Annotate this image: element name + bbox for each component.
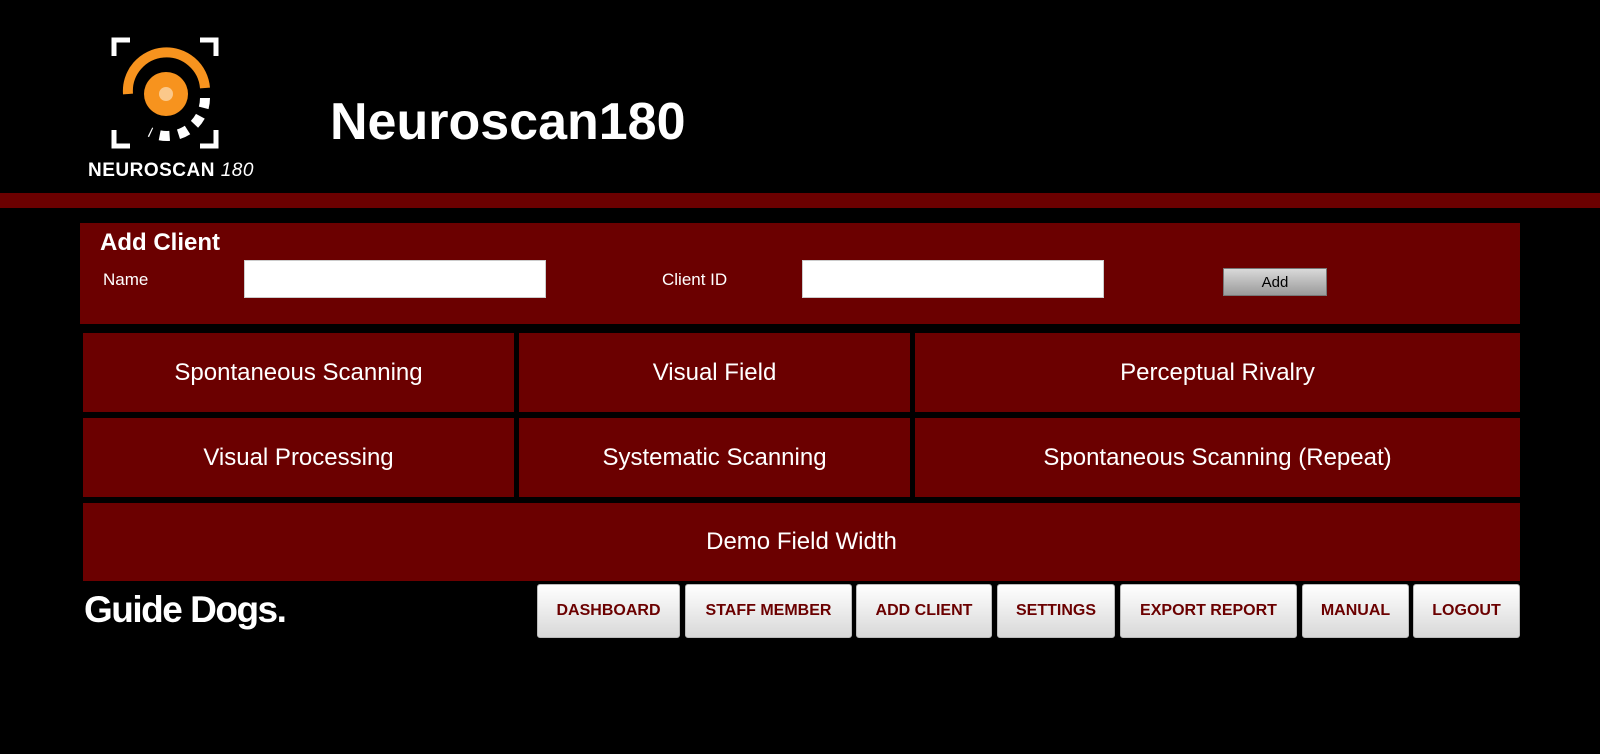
nav-logout-button[interactable]: LOGOUT [1413, 584, 1520, 638]
tile-demo-field-width[interactable]: Demo Field Width [83, 503, 1520, 581]
nav-manual-button[interactable]: MANUAL [1302, 584, 1409, 638]
tile-spontaneous-scanning-repeat[interactable]: Spontaneous Scanning (Repeat) [915, 418, 1520, 497]
tile-spontaneous-scanning[interactable]: Spontaneous Scanning [83, 333, 514, 412]
name-input[interactable] [244, 260, 546, 298]
add-button[interactable]: Add [1223, 268, 1327, 296]
header-divider [0, 193, 1600, 208]
client-id-label: Client ID [662, 270, 728, 289]
nav-staff-member-button[interactable]: STAFF MEMBER [685, 584, 852, 638]
page: NEUROSCAN 180 Neuroscan180 Add Client Na… [0, 0, 1600, 754]
name-label: Name [103, 270, 149, 289]
add-client-panel: Add Client Name Client ID Add [80, 223, 1520, 324]
nav-settings-button[interactable]: SETTINGS [997, 584, 1115, 638]
nav-dashboard-button[interactable]: DASHBOARD [537, 584, 680, 638]
guide-dogs-logo: Guide Dogs. [84, 589, 287, 630]
nav-export-report-button[interactable]: EXPORT REPORT [1120, 584, 1297, 638]
tile-visual-processing[interactable]: Visual Processing [83, 418, 514, 497]
neuroscan-logo: NEUROSCAN 180 [86, 36, 266, 186]
target-eye-icon [111, 37, 219, 149]
client-id-input[interactable] [802, 260, 1104, 298]
logo-text: NEUROSCAN [88, 160, 215, 181]
tile-systematic-scanning[interactable]: Systematic Scanning [519, 418, 910, 497]
add-client-title: Add Client [100, 229, 220, 256]
app-title: Neuroscan180 [330, 93, 686, 151]
nav-add-client-button[interactable]: ADD CLIENT [856, 584, 992, 638]
logo-wordmark: NEUROSCAN 180 [88, 160, 254, 182]
tile-perceptual-rivalry[interactable]: Perceptual Rivalry [915, 333, 1520, 412]
tile-visual-field[interactable]: Visual Field [519, 333, 910, 412]
logo-number: 180 [220, 160, 254, 181]
